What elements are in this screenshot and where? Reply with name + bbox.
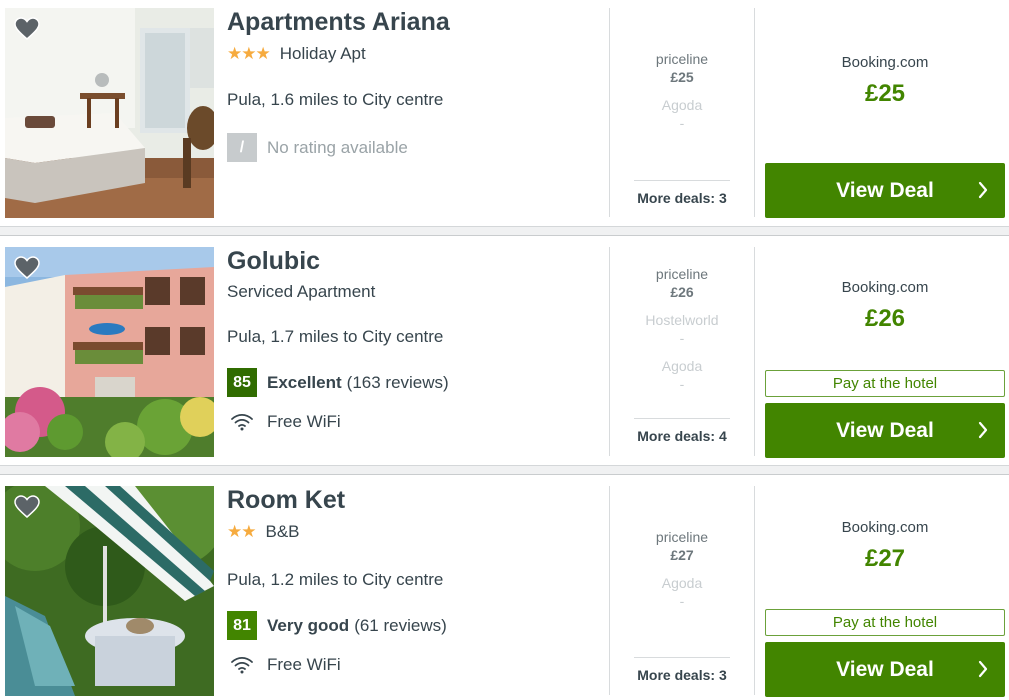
chevron-right-icon [978, 181, 988, 199]
chevron-right-icon [978, 660, 988, 678]
best-deal-provider: Booking.com [841, 279, 929, 296]
review-count[interactable]: (61 reviews) [354, 616, 447, 636]
deal-provider: priceline [655, 51, 709, 67]
view-deal-button[interactable]: View Deal [765, 642, 1005, 697]
favorite-heart-icon[interactable] [14, 495, 40, 519]
other-deals: priceline £26 Hostelworld - Agoda - [634, 266, 730, 404]
deal-item[interactable]: Agoda - [634, 358, 730, 392]
rating-score-badge: / [227, 133, 257, 162]
deal-provider: Hostelworld [645, 312, 719, 328]
hotel-location: Pula, 1.6 miles to City centre [227, 90, 444, 109]
deal-provider: Agoda [661, 575, 703, 591]
deal-item[interactable]: priceline £25 [634, 51, 730, 85]
deal-price: - [679, 330, 685, 346]
star-rating-icon: ★★★ [227, 44, 271, 63]
hotel-card-apartments-ariana: Apartments Ariana ★★★ Holiday Apt Pula, … [0, 0, 1009, 226]
best-deal: Booking.com £27 [765, 519, 1005, 573]
wifi-icon [231, 656, 253, 674]
divider [609, 486, 610, 695]
best-deal-price: £25 [864, 80, 906, 107]
deal-price: - [679, 376, 685, 392]
view-deal-label: View Deal [836, 178, 934, 202]
deal-item[interactable]: Hostelworld - [634, 312, 730, 346]
hotel-name[interactable]: Apartments Ariana [227, 8, 450, 37]
hotel-name[interactable]: Golubic [227, 247, 320, 276]
deal-price: - [679, 115, 685, 131]
more-deals-link[interactable]: More deals: 3 [634, 657, 730, 683]
amenity-row: Free WiFi [230, 655, 341, 675]
deal-item[interactable]: Agoda - [634, 575, 730, 609]
hotel-results-list: Apartments Ariana ★★★ Holiday Apt Pula, … [0, 0, 1009, 700]
card-separator [0, 465, 1009, 475]
rating-row: 81 Very good (61 reviews) [227, 611, 447, 640]
hotel-subtitle: ★★ B&B [227, 522, 300, 542]
best-deal-price: £26 [864, 305, 906, 332]
rating-word: Excellent [267, 372, 342, 392]
hotel-photo[interactable] [5, 8, 214, 218]
view-deal-label: View Deal [836, 418, 934, 442]
deal-provider: priceline [655, 266, 709, 282]
card-separator [0, 226, 1009, 236]
divider [754, 247, 755, 456]
deal-item[interactable]: priceline £27 [634, 529, 730, 563]
favorite-heart-icon[interactable] [14, 17, 40, 41]
wifi-icon [231, 413, 253, 431]
view-deal-label: View Deal [836, 657, 934, 681]
deal-price: - [679, 593, 685, 609]
deal-provider: Agoda [661, 358, 703, 374]
rating-row: / No rating available [227, 133, 408, 162]
hotel-card-golubic: Golubic Serviced Apartment Pula, 1.7 mil… [0, 239, 1009, 465]
amenity-label: Free WiFi [267, 412, 341, 431]
divider [609, 8, 610, 217]
rating-text: No rating available [267, 137, 408, 157]
review-count[interactable]: (163 reviews) [347, 373, 449, 393]
more-deals-link[interactable]: More deals: 3 [634, 180, 730, 206]
more-deals-link[interactable]: More deals: 4 [634, 418, 730, 444]
chevron-right-icon [978, 421, 988, 439]
hotel-location: Pula, 1.7 miles to City centre [227, 327, 444, 346]
other-deals: priceline £25 Agoda - [634, 51, 730, 143]
hotel-name[interactable]: Room Ket [227, 486, 345, 515]
best-deal: Booking.com £26 [765, 279, 1005, 333]
best-deal-price: £27 [864, 545, 906, 572]
star-rating-icon: ★★ [227, 522, 257, 541]
amenity-row: Free WiFi [230, 412, 341, 432]
hotel-subtitle: Serviced Apartment [227, 282, 375, 302]
hotel-photo[interactable] [5, 486, 214, 696]
accommodation-type: Serviced Apartment [227, 282, 376, 301]
pay-at-hotel-badge: Pay at the hotel [765, 609, 1005, 636]
deal-provider: priceline [655, 529, 709, 545]
deal-price: £26 [670, 284, 694, 300]
best-deal-provider: Booking.com [841, 519, 929, 536]
rating-score-badge: 81 [227, 611, 257, 640]
divider [754, 8, 755, 217]
favorite-heart-icon[interactable] [14, 256, 40, 280]
hotel-subtitle: ★★★ Holiday Apt [227, 44, 366, 64]
deal-item[interactable]: priceline £26 [634, 266, 730, 300]
hotel-card-room-ket: Room Ket ★★ B&B Pula, 1.2 miles to City … [0, 478, 1009, 700]
accommodation-type: B&B [265, 522, 300, 541]
best-deal: Booking.com £25 [765, 54, 1005, 108]
amenity-label: Free WiFi [267, 655, 341, 674]
view-deal-button[interactable]: View Deal [765, 163, 1005, 218]
rating-word: Very good [267, 615, 350, 635]
pay-at-hotel-badge: Pay at the hotel [765, 370, 1005, 397]
rating-row: 85 Excellent (163 reviews) [227, 368, 449, 397]
hotel-location: Pula, 1.2 miles to City centre [227, 570, 444, 589]
divider [609, 247, 610, 456]
best-deal-provider: Booking.com [841, 54, 929, 71]
other-deals: priceline £27 Agoda - [634, 529, 730, 621]
view-deal-button[interactable]: View Deal [765, 403, 1005, 458]
hotel-photo[interactable] [5, 247, 214, 457]
deal-price: £27 [670, 547, 694, 563]
deal-provider: Agoda [661, 97, 703, 113]
accommodation-type: Holiday Apt [279, 44, 366, 63]
deal-item[interactable]: Agoda - [634, 97, 730, 131]
rating-score-badge: 85 [227, 368, 257, 397]
divider [754, 486, 755, 695]
deal-price: £25 [670, 69, 694, 85]
